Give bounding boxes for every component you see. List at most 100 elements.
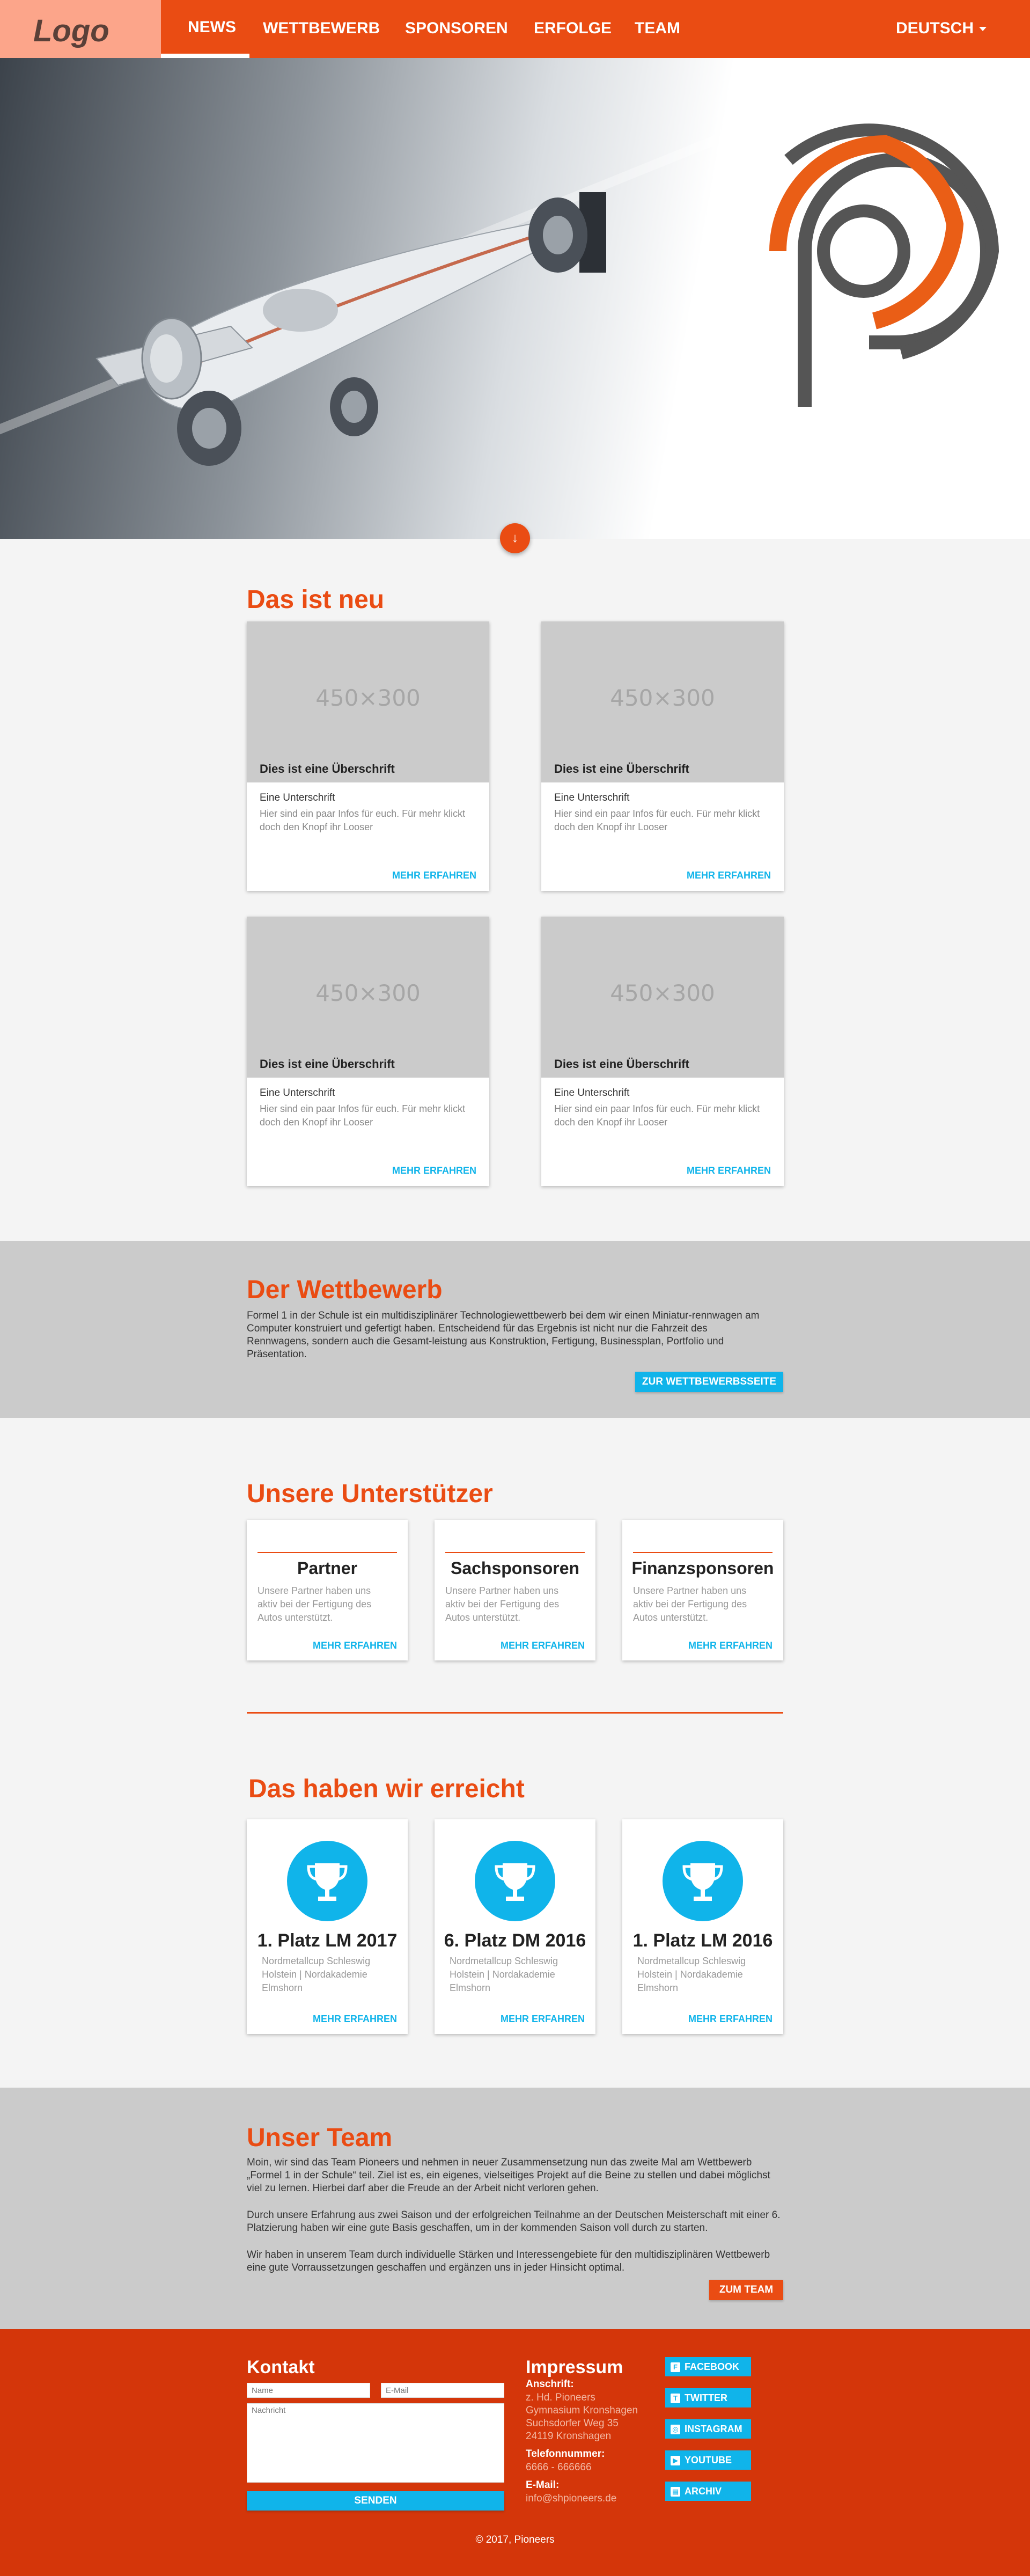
language-dropdown[interactable]: DEUTSCH [896, 19, 987, 38]
social-youtube-button[interactable]: ▶ YOUTUBE [665, 2450, 751, 2470]
team-paragraph: Wir haben in unserem Team durch individu… [247, 2249, 770, 2273]
hero-banner [0, 58, 1030, 539]
sponsor-card: Sachsponsoren Unsere Partner haben uns a… [435, 1520, 595, 1660]
nav-item-team[interactable]: TEAM [635, 19, 680, 38]
news-card-image: 450×300 [541, 621, 784, 782]
news-card-subheading: Eine Unterschrift [260, 1087, 335, 1099]
social-label: ARCHIV [685, 2486, 722, 2497]
image-placeholder-label: 450×300 [610, 980, 715, 1006]
arrow-down-icon: ↓ [512, 531, 518, 545]
sponsor-card: Finanzsponsoren Unsere Partner haben uns… [622, 1520, 783, 1660]
achievement-text: Nordmetallcup Schleswig Holstein | Norda… [637, 1956, 746, 1993]
sponsor-card-more-link[interactable]: MEHR ERFAHREN [501, 1640, 585, 1651]
address-label: Anschrift: [526, 2379, 574, 2390]
email-label: E-Mail: [526, 2479, 560, 2491]
news-card-heading: Dies ist eine Überschrift [554, 1057, 689, 1071]
section-divider [247, 1712, 783, 1714]
phone-label: Telefonnummer: [526, 2448, 605, 2460]
sponsor-card: Partner Unsere Partner haben uns aktiv b… [247, 1520, 408, 1660]
achievements-section-title: Das haben wir erreicht [248, 1775, 525, 1803]
card-accent-line [258, 1552, 397, 1553]
achievement-more-link[interactable]: MEHR ERFAHREN [313, 2014, 397, 2025]
news-card-image: 450×300 [541, 917, 784, 1078]
social-twitter-button[interactable]: t TWITTER [665, 2388, 751, 2407]
achievement-text: Nordmetallcup Schleswig Holstein | Norda… [450, 1956, 558, 1993]
team-section-title: Unser Team [247, 2124, 393, 2152]
message-field[interactable] [247, 2403, 504, 2483]
nav-item-erfolge[interactable]: ERFOLGE [534, 19, 612, 38]
news-card-heading: Dies ist eine Überschrift [260, 1057, 395, 1071]
social-label: TWITTER [685, 2392, 727, 2403]
contact-title: Kontakt [247, 2357, 315, 2377]
news-card-more-link[interactable]: MEHR ERFAHREN [392, 870, 476, 881]
achievement-text: Nordmetallcup Schleswig Holstein | Norda… [262, 1956, 371, 1993]
chevron-down-icon [979, 27, 987, 32]
send-button[interactable]: SENDEN [247, 2491, 504, 2511]
news-card-more-link[interactable]: MEHR ERFAHREN [687, 870, 771, 881]
team-section [0, 2088, 1030, 2329]
news-section-title: Das ist neu [247, 586, 385, 614]
achievement-card: 6. Platz DM 2016 Nordmetallcup Schleswig… [435, 1819, 595, 2034]
achievement-card: 1. Platz LM 2017 Nordmetallcup Schleswig… [247, 1819, 408, 2034]
social-instagram-button[interactable]: ◎ INSTAGRAM [665, 2419, 751, 2439]
achievement-title: 6. Platz DM 2016 [444, 1930, 586, 1951]
nav-item-news[interactable]: NEWS [188, 18, 236, 36]
youtube-icon: ▶ [671, 2456, 680, 2466]
news-card-text: Hier sind ein paar Infos für euch. Für m… [260, 1103, 466, 1128]
social-archive-button[interactable]: ▤ ARCHIV [665, 2482, 751, 2501]
news-card-text: Hier sind ein paar Infos für euch. Für m… [554, 808, 760, 832]
social-facebook-button[interactable]: f FACEBOOK [665, 2357, 751, 2376]
trophy-icon [475, 1841, 555, 1921]
image-placeholder-label: 450×300 [315, 685, 421, 711]
news-card-heading: Dies ist eine Überschrift [260, 762, 395, 775]
trophy-icon [663, 1841, 743, 1921]
team-paragraph: Durch unsere Erfahrung aus zwei Saison u… [247, 2209, 781, 2234]
news-card: 450×300 Dies ist eine Überschrift Eine U… [541, 917, 784, 1186]
sponsor-card-more-link[interactable]: MEHR ERFAHREN [313, 1640, 397, 1651]
news-card-more-link[interactable]: MEHR ERFAHREN [687, 1165, 771, 1176]
email-field[interactable] [381, 2383, 504, 2398]
news-card-subheading: Eine Unterschrift [554, 792, 630, 803]
news-card: 450×300 Dies ist eine Überschrift Eine U… [247, 917, 489, 1186]
achievement-more-link[interactable]: MEHR ERFAHREN [688, 2014, 772, 2025]
logo[interactable]: Logo [0, 0, 161, 58]
nav-item-wettbewerb[interactable]: WETTBEWERB [263, 19, 380, 38]
competition-title: Der Wettbewerb [247, 1276, 443, 1304]
copyright-text: © 2017, Pioneers [475, 2534, 555, 2545]
sponsor-card-text: Unsere Partner haben uns aktiv bei der F… [258, 1585, 372, 1623]
logo-text: Logo [33, 13, 109, 48]
pioneers-logo-icon [769, 123, 999, 407]
news-card-more-link[interactable]: MEHR ERFAHREN [392, 1165, 476, 1176]
phone-number: 6666 - 666666 [526, 2462, 592, 2473]
scroll-down-button[interactable]: ↓ [500, 523, 530, 553]
email-link[interactable]: info@shpioneers.de [526, 2492, 616, 2505]
team-paragraph: Moin, wir sind das Team Pioneers und neh… [247, 2157, 770, 2194]
news-card-text: Hier sind ein paar Infos für euch. Für m… [554, 1103, 760, 1128]
social-label: YOUTUBE [685, 2455, 732, 2465]
news-card: 450×300 Dies ist eine Überschrift Eine U… [541, 621, 784, 891]
news-card-image: 450×300 [247, 621, 489, 782]
nav-item-sponsoren[interactable]: SPONSOREN [405, 19, 508, 38]
competition-page-button[interactable]: ZUR WETTBEWERBSSEITE [635, 1372, 783, 1392]
news-card: 450×300 Dies ist eine Überschrift Eine U… [247, 621, 489, 891]
achievement-title: 1. Platz LM 2017 [257, 1930, 398, 1951]
image-placeholder-label: 450×300 [315, 980, 421, 1006]
address-line: z. Hd. Pioneers [526, 2392, 595, 2403]
facebook-icon: f [671, 2362, 680, 2373]
trophy-icon [287, 1841, 367, 1921]
sponsor-card-title: Partner [297, 1558, 358, 1578]
image-placeholder-label: 450×300 [610, 685, 715, 711]
top-navbar: Logo NEWS WETTBEWERB SPONSOREN ERFOLGE T… [0, 0, 1030, 58]
card-accent-line [445, 1552, 585, 1553]
address-line: 24119 Kronshagen [526, 2431, 612, 2442]
social-label: INSTAGRAM [685, 2424, 742, 2434]
achievement-more-link[interactable]: MEHR ERFAHREN [501, 2014, 585, 2025]
language-label: DEUTSCH [896, 19, 974, 37]
name-field[interactable] [247, 2383, 370, 2398]
sponsor-card-more-link[interactable]: MEHR ERFAHREN [688, 1640, 772, 1651]
race-car-illustration [95, 192, 606, 466]
news-card-text: Hier sind ein paar Infos für euch. Für m… [260, 808, 466, 832]
team-button[interactable]: ZUM TEAM [709, 2280, 783, 2300]
instagram-icon: ◎ [671, 2425, 680, 2435]
achievement-card: 1. Platz LM 2016 Nordmetallcup Schleswig… [622, 1819, 783, 2034]
